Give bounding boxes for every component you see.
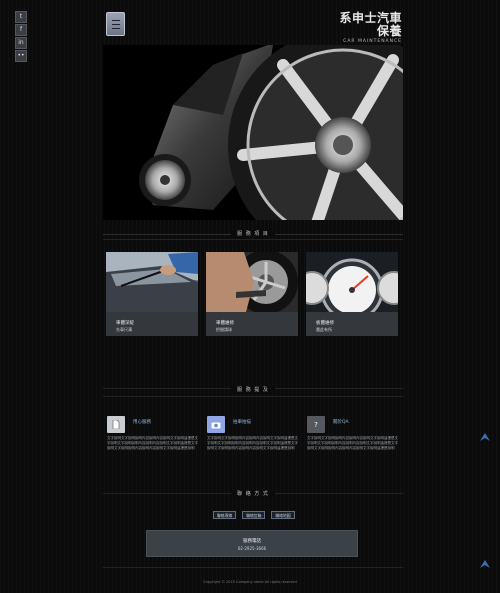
question-icon: ? [307, 416, 325, 433]
feature-title[interactable]: 拍車拍描 [233, 419, 251, 425]
menu-button[interactable] [106, 12, 125, 36]
scroll-top-icon[interactable] [480, 433, 490, 441]
divider [103, 567, 403, 568]
contact-buttons: 聯絡專線 聯絡信箱 聯絡地圖 [213, 511, 295, 519]
service-caption: 板體維修 農此有所 [306, 312, 398, 336]
logo-title: 系申士汽車保養 [339, 11, 402, 38]
service-image-tire [206, 252, 298, 314]
services-title-text: 服 務 項 目 [231, 230, 275, 238]
contact-phone-button[interactable]: 聯絡專線 [213, 511, 237, 519]
flickr-icon[interactable]: •• [15, 50, 27, 62]
services-section-title: 服 務 項 目 [103, 230, 403, 238]
service-card[interactable]: 板體維修 農此有所 [306, 252, 398, 336]
feature-text: 文字說明文字說明說明內容說明內容說明文字說明這裡是文字說明文字說明說明內容說明內… [107, 436, 198, 450]
divider [103, 396, 403, 397]
linkedin-icon[interactable]: in [15, 37, 27, 49]
hero-image [103, 45, 403, 220]
phone-box: 服務電話 02-2925-3666 [146, 530, 358, 557]
service-title: 車體維修 [216, 321, 234, 326]
logo-subtitle: CAR MAINTENANCE [343, 39, 402, 44]
service-image-wiper [106, 252, 198, 312]
logo[interactable]: 系申士汽車保養 CAR MAINTENANCE [330, 11, 402, 45]
service-title: 板體維修 [316, 321, 334, 326]
contact-title-text: 聯 絡 方 式 [231, 490, 275, 498]
service-caption: 車體深綻 先車尺溝 [106, 312, 198, 336]
service-card[interactable]: 車體深綻 先車尺溝 [106, 252, 198, 336]
feature-text: 文字說明文字說明說明內容說明內容說明文字說明這裡是文字說明文字說明說明內容說明內… [207, 436, 298, 450]
service-subtitle: 農此有所 [316, 327, 332, 332]
copyright-text: Copyright © 2015 Company name All rights… [203, 580, 297, 584]
divider [103, 239, 403, 240]
hamburger-icon [111, 19, 120, 29]
service-image-gauge [306, 252, 398, 322]
feature-title[interactable]: 用心服務 [133, 419, 151, 425]
scroll-top-icon[interactable] [480, 560, 490, 568]
feature-title[interactable]: 關於QA [333, 419, 349, 425]
service-card[interactable]: 車體維修 把間請球 [206, 252, 298, 336]
facebook-icon[interactable]: f [15, 24, 27, 36]
service-title: 車體深綻 [116, 321, 134, 326]
contact-email-button[interactable]: 聯絡信箱 [242, 511, 266, 519]
contact-map-button[interactable]: 聯絡地圖 [271, 511, 295, 519]
twitter-icon[interactable]: t [15, 11, 27, 23]
contact-section-title: 聯 絡 方 式 [103, 490, 403, 498]
social-bar: t f in •• [15, 11, 27, 63]
camera-icon [207, 416, 225, 433]
feature-text: 文字說明文字說明說明內容說明內容說明文字說明這裡是文字說明文字說明說明內容說明內… [307, 436, 398, 450]
phone-number[interactable]: 02-2925-3666 [147, 546, 357, 551]
service-caption: 車體維修 把間請球 [206, 312, 298, 336]
phone-label: 服務電話 [243, 539, 261, 544]
service-subtitle: 把間請球 [216, 327, 232, 332]
features-title-text: 服 務 提 及 [231, 386, 275, 394]
document-icon [107, 416, 125, 433]
service-subtitle: 先車尺溝 [116, 327, 132, 332]
features-section-title: 服 務 提 及 [103, 386, 403, 394]
